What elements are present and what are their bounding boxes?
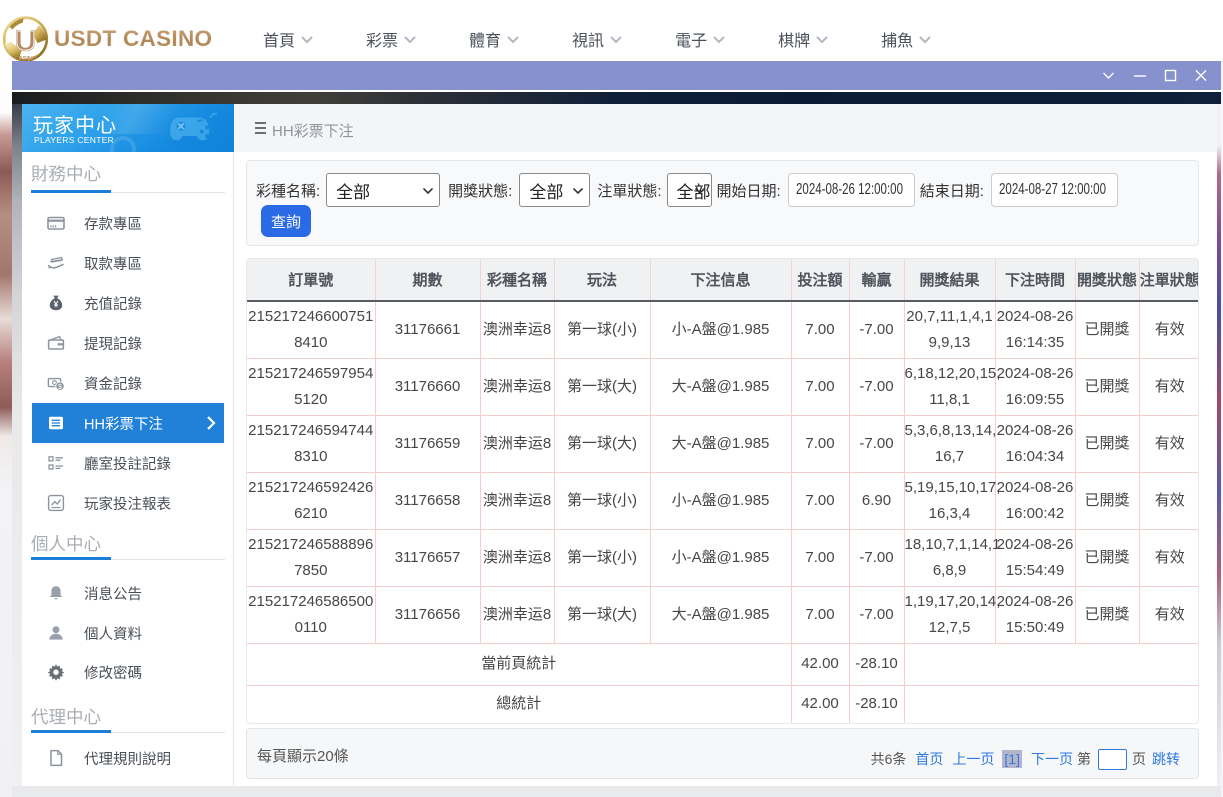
svg-text:U: U (15, 25, 35, 56)
svg-text:$: $ (58, 384, 62, 391)
svg-text:¥: ¥ (54, 299, 59, 309)
